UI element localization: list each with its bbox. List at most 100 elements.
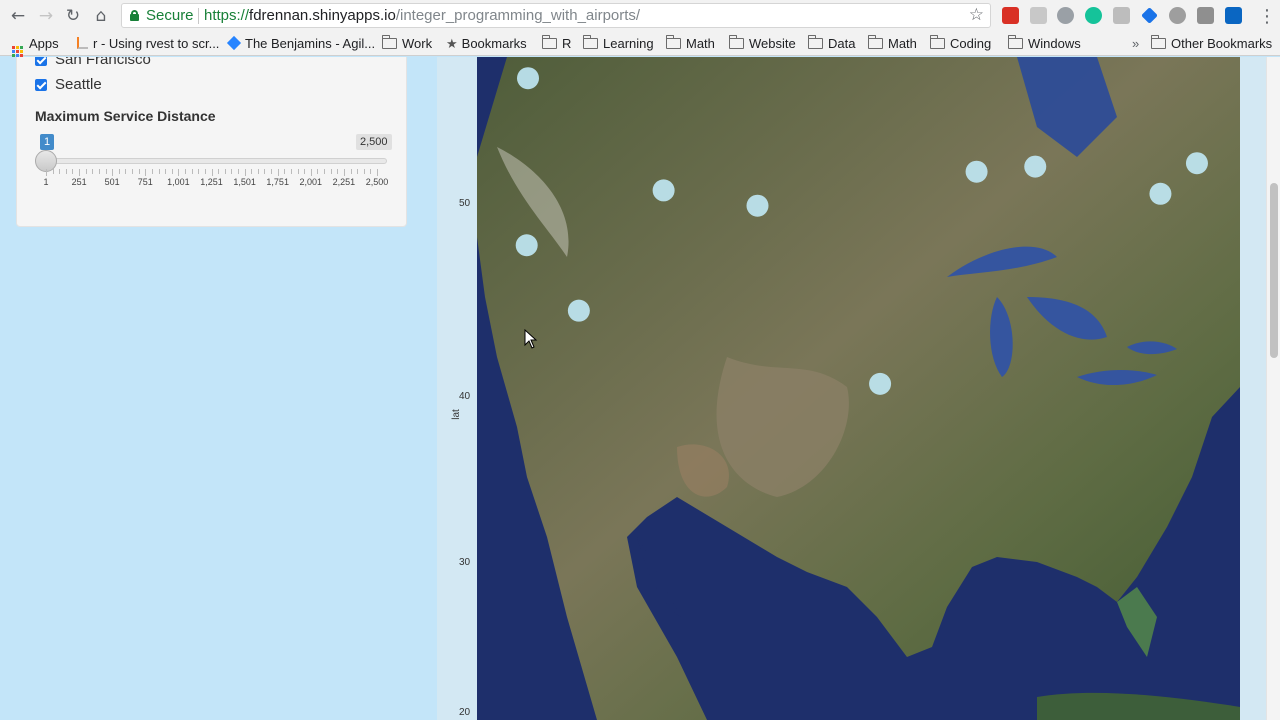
slider-tick-label: 1,251 xyxy=(200,177,223,187)
bookmark-work[interactable]: Work xyxy=(381,35,432,52)
slider-minor-tick xyxy=(92,169,94,174)
slider-minor-tick xyxy=(290,169,292,174)
slider-tick xyxy=(343,169,345,176)
slider-minor-tick xyxy=(65,169,67,174)
bookmark-windows[interactable]: Windows xyxy=(1007,35,1081,52)
folder-icon xyxy=(1150,35,1166,49)
slider-minor-tick xyxy=(251,169,253,174)
slider-tick-label: 1,001 xyxy=(167,177,190,187)
y-axis-label: lat xyxy=(450,409,462,420)
slider-minor-tick xyxy=(257,169,259,174)
airport-marker-chicago[interactable] xyxy=(965,160,988,183)
slider-track[interactable] xyxy=(46,158,387,164)
scrollbar-thumb[interactable] xyxy=(1270,183,1278,358)
bookmark-bookmarks[interactable]: ★ Bookmarks xyxy=(446,35,527,52)
slider-minor-tick xyxy=(98,169,100,174)
airport-marker-salt-lake-city[interactable] xyxy=(652,179,675,202)
bookmark-math[interactable]: Math xyxy=(665,35,715,52)
page-scrollbar[interactable] xyxy=(1266,57,1280,720)
airport-marker-boston[interactable] xyxy=(1185,152,1208,175)
checkbox-checked-icon[interactable] xyxy=(35,57,47,66)
url-text[interactable]: https://fdrennan.shinyapps.io/integer_pr… xyxy=(204,4,640,27)
satellite-map[interactable] xyxy=(477,57,1240,720)
slider-tick-label: 2,251 xyxy=(332,177,356,187)
calendar-extension-icon[interactable] xyxy=(1002,7,1019,24)
slider-tick-label: 2,500 xyxy=(365,177,389,187)
bookmark-data[interactable]: Data xyxy=(807,35,855,52)
checkbox-checked-icon[interactable] xyxy=(35,79,47,91)
back-icon[interactable]: ← xyxy=(8,6,28,26)
slider-minor-tick xyxy=(304,169,306,174)
y-tick-label: 30 xyxy=(459,557,471,568)
checkbox-label: San Francisco xyxy=(55,57,151,68)
bookmark-benjamins[interactable]: The Benjamins - Agil... xyxy=(226,35,375,52)
address-divider xyxy=(198,8,199,24)
y-tick-label: 20 xyxy=(459,707,471,718)
slider-minor-tick xyxy=(357,169,359,174)
slider-minor-tick xyxy=(118,169,120,174)
slider-minor-tick xyxy=(350,169,352,174)
bookmark-math-2[interactable]: Math xyxy=(867,35,917,52)
folder-icon xyxy=(1007,35,1023,49)
bookmark-apps[interactable]: Apps xyxy=(12,35,59,57)
home-icon[interactable]: ⌂ xyxy=(91,6,111,26)
settings-extension-icon[interactable] xyxy=(1169,7,1186,24)
star-icon: ★ xyxy=(446,37,458,52)
bookmarks-bar: Apps r - Using rvest to scr... The Benja… xyxy=(0,31,1280,57)
forward-icon[interactable]: → xyxy=(36,6,56,26)
linkedin-icon[interactable] xyxy=(1225,7,1242,24)
slider-max-badge: 2,500 xyxy=(356,134,392,150)
browser-menu-icon[interactable]: ⋮ xyxy=(1258,6,1276,27)
plot-margin-left xyxy=(437,57,477,720)
airport-marker-san-francisco[interactable] xyxy=(515,234,538,257)
bookmarks-overflow-icon[interactable]: » xyxy=(1132,35,1139,52)
translate-extension-icon[interactable] xyxy=(1113,7,1130,24)
slider-title: Maximum Service Distance xyxy=(35,108,216,124)
airport-marker-los-angeles[interactable] xyxy=(567,299,590,322)
slider-tick xyxy=(310,169,312,176)
slider-tick-label: 251 xyxy=(71,177,87,187)
bookmark-coding[interactable]: Coding xyxy=(929,35,991,52)
slider-minor-tick xyxy=(125,169,127,174)
slider-minor-tick xyxy=(363,169,365,174)
airport-marker-houston[interactable] xyxy=(869,372,892,395)
lock-icon xyxy=(130,10,139,21)
airport-marker-seattle[interactable] xyxy=(517,67,539,90)
slider-tick-label: 1,751 xyxy=(266,177,289,187)
satellite-extension-icon[interactable] xyxy=(1057,7,1074,24)
bookmark-other[interactable]: Other Bookmarks xyxy=(1150,35,1272,52)
bookmark-r[interactable]: R xyxy=(541,35,571,52)
shiny-app-page: San Francisco Seattle Maximum Service Di… xyxy=(0,57,1280,720)
bookmark-rvest[interactable]: r - Using rvest to scr... xyxy=(77,35,219,52)
slider-tick-label: 751 xyxy=(137,177,153,187)
slider-minor-tick xyxy=(151,169,153,174)
bookmark-star-icon[interactable]: ☆ xyxy=(969,4,984,27)
slider-tick-label: 1 xyxy=(43,177,49,187)
chat-extension-icon[interactable] xyxy=(1030,7,1047,24)
airport-marker-denver[interactable] xyxy=(746,194,769,217)
slider-minor-tick xyxy=(330,169,332,174)
slider-minor-tick xyxy=(264,169,266,174)
slider-minor-tick xyxy=(59,169,61,174)
address-bar[interactable]: Secure https://fdrennan.shinyapps.io/int… xyxy=(121,3,991,28)
reader-extension-icon[interactable] xyxy=(1197,7,1214,24)
bookmark-website[interactable]: Website xyxy=(728,35,796,52)
slider-minor-tick xyxy=(237,169,239,174)
reload-icon[interactable]: ↻ xyxy=(63,6,83,26)
slider-value-badge: 1 xyxy=(40,134,55,150)
slider-minor-tick xyxy=(72,169,74,174)
airport-marker-detroit[interactable] xyxy=(1024,155,1047,178)
slider-minor-tick xyxy=(191,169,193,174)
slider-tick xyxy=(377,169,378,176)
slider-minor-tick xyxy=(324,169,326,174)
plot-margin-right xyxy=(1240,57,1266,720)
folder-icon xyxy=(867,35,883,49)
apps-grid-icon xyxy=(12,46,23,57)
bookmark-learning[interactable]: Learning xyxy=(582,35,654,52)
diamond-icon xyxy=(226,35,242,51)
slider-minor-tick xyxy=(284,169,286,174)
grammarly-icon[interactable] xyxy=(1085,7,1102,24)
slider-tick xyxy=(244,169,246,176)
airport-marker-new-york[interactable] xyxy=(1149,182,1172,205)
scholar-extension-icon[interactable] xyxy=(1141,7,1158,24)
